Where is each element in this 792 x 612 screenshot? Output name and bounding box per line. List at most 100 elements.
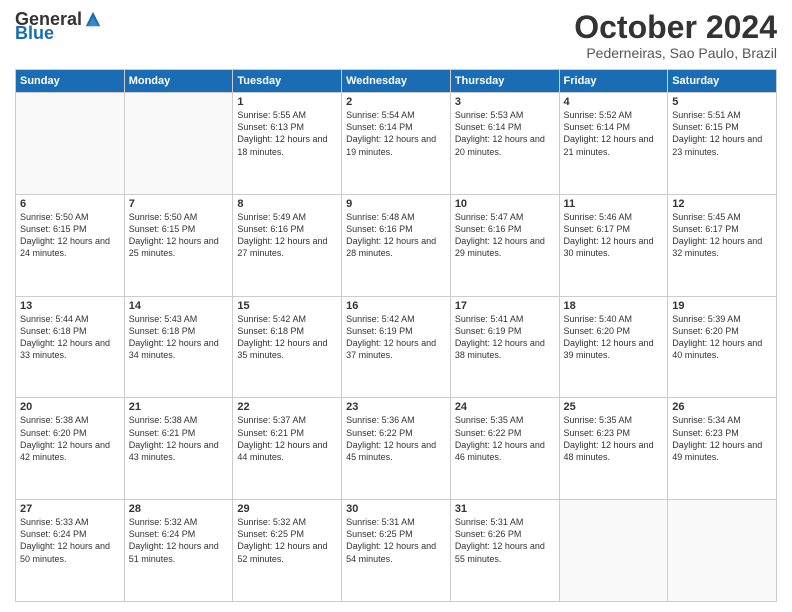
calendar-cell: 20Sunrise: 5:38 AMSunset: 6:20 PMDayligh… [16, 398, 125, 500]
location-title: Pederneiras, Sao Paulo, Brazil [574, 45, 777, 61]
calendar-cell: 12Sunrise: 5:45 AMSunset: 6:17 PMDayligh… [668, 194, 777, 296]
logo: General Blue [15, 10, 102, 42]
day-number: 9 [346, 198, 446, 210]
calendar-header-saturday: Saturday [668, 70, 777, 93]
calendar-header-thursday: Thursday [450, 70, 559, 93]
day-number: 27 [20, 503, 120, 515]
day-number: 28 [129, 503, 229, 515]
day-info: Sunrise: 5:34 AMSunset: 6:23 PMDaylight:… [672, 414, 772, 463]
calendar-header-tuesday: Tuesday [233, 70, 342, 93]
day-info: Sunrise: 5:42 AMSunset: 6:18 PMDaylight:… [237, 313, 337, 362]
calendar-cell: 21Sunrise: 5:38 AMSunset: 6:21 PMDayligh… [124, 398, 233, 500]
calendar-week-3: 13Sunrise: 5:44 AMSunset: 6:18 PMDayligh… [16, 296, 777, 398]
calendar-cell: 26Sunrise: 5:34 AMSunset: 6:23 PMDayligh… [668, 398, 777, 500]
calendar-cell: 22Sunrise: 5:37 AMSunset: 6:21 PMDayligh… [233, 398, 342, 500]
page: General Blue October 2024 Pederneiras, S… [0, 0, 792, 612]
calendar-cell: 8Sunrise: 5:49 AMSunset: 6:16 PMDaylight… [233, 194, 342, 296]
calendar-week-5: 27Sunrise: 5:33 AMSunset: 6:24 PMDayligh… [16, 500, 777, 602]
day-number: 29 [237, 503, 337, 515]
day-info: Sunrise: 5:51 AMSunset: 6:15 PMDaylight:… [672, 109, 772, 158]
calendar-week-1: 1Sunrise: 5:55 AMSunset: 6:13 PMDaylight… [16, 93, 777, 195]
calendar-cell: 18Sunrise: 5:40 AMSunset: 6:20 PMDayligh… [559, 296, 668, 398]
day-info: Sunrise: 5:50 AMSunset: 6:15 PMDaylight:… [20, 211, 120, 260]
calendar-cell [668, 500, 777, 602]
calendar-cell: 11Sunrise: 5:46 AMSunset: 6:17 PMDayligh… [559, 194, 668, 296]
day-number: 2 [346, 96, 446, 108]
logo-icon [84, 10, 102, 28]
day-number: 17 [455, 300, 555, 312]
day-info: Sunrise: 5:35 AMSunset: 6:22 PMDaylight:… [455, 414, 555, 463]
calendar-cell: 27Sunrise: 5:33 AMSunset: 6:24 PMDayligh… [16, 500, 125, 602]
calendar-cell: 28Sunrise: 5:32 AMSunset: 6:24 PMDayligh… [124, 500, 233, 602]
day-info: Sunrise: 5:45 AMSunset: 6:17 PMDaylight:… [672, 211, 772, 260]
day-number: 12 [672, 198, 772, 210]
calendar-cell: 19Sunrise: 5:39 AMSunset: 6:20 PMDayligh… [668, 296, 777, 398]
day-number: 31 [455, 503, 555, 515]
day-info: Sunrise: 5:33 AMSunset: 6:24 PMDaylight:… [20, 516, 120, 565]
day-info: Sunrise: 5:43 AMSunset: 6:18 PMDaylight:… [129, 313, 229, 362]
calendar-cell: 31Sunrise: 5:31 AMSunset: 6:26 PMDayligh… [450, 500, 559, 602]
calendar: SundayMondayTuesdayWednesdayThursdayFrid… [15, 69, 777, 602]
day-number: 20 [20, 401, 120, 413]
day-number: 16 [346, 300, 446, 312]
day-number: 14 [129, 300, 229, 312]
day-number: 15 [237, 300, 337, 312]
title-block: October 2024 Pederneiras, Sao Paulo, Bra… [574, 10, 777, 61]
day-info: Sunrise: 5:31 AMSunset: 6:25 PMDaylight:… [346, 516, 446, 565]
calendar-header-friday: Friday [559, 70, 668, 93]
calendar-cell: 23Sunrise: 5:36 AMSunset: 6:22 PMDayligh… [342, 398, 451, 500]
day-info: Sunrise: 5:35 AMSunset: 6:23 PMDaylight:… [564, 414, 664, 463]
calendar-cell: 4Sunrise: 5:52 AMSunset: 6:14 PMDaylight… [559, 93, 668, 195]
day-number: 24 [455, 401, 555, 413]
calendar-cell: 30Sunrise: 5:31 AMSunset: 6:25 PMDayligh… [342, 500, 451, 602]
day-info: Sunrise: 5:53 AMSunset: 6:14 PMDaylight:… [455, 109, 555, 158]
day-info: Sunrise: 5:36 AMSunset: 6:22 PMDaylight:… [346, 414, 446, 463]
day-info: Sunrise: 5:31 AMSunset: 6:26 PMDaylight:… [455, 516, 555, 565]
day-number: 11 [564, 198, 664, 210]
calendar-cell: 3Sunrise: 5:53 AMSunset: 6:14 PMDaylight… [450, 93, 559, 195]
calendar-cell: 15Sunrise: 5:42 AMSunset: 6:18 PMDayligh… [233, 296, 342, 398]
day-info: Sunrise: 5:38 AMSunset: 6:20 PMDaylight:… [20, 414, 120, 463]
calendar-week-2: 6Sunrise: 5:50 AMSunset: 6:15 PMDaylight… [16, 194, 777, 296]
calendar-cell [16, 93, 125, 195]
day-info: Sunrise: 5:44 AMSunset: 6:18 PMDaylight:… [20, 313, 120, 362]
day-info: Sunrise: 5:38 AMSunset: 6:21 PMDaylight:… [129, 414, 229, 463]
calendar-cell: 24Sunrise: 5:35 AMSunset: 6:22 PMDayligh… [450, 398, 559, 500]
calendar-week-4: 20Sunrise: 5:38 AMSunset: 6:20 PMDayligh… [16, 398, 777, 500]
day-number: 10 [455, 198, 555, 210]
calendar-cell: 29Sunrise: 5:32 AMSunset: 6:25 PMDayligh… [233, 500, 342, 602]
day-number: 22 [237, 401, 337, 413]
day-number: 25 [564, 401, 664, 413]
day-info: Sunrise: 5:39 AMSunset: 6:20 PMDaylight:… [672, 313, 772, 362]
logo-blue: Blue [15, 24, 54, 42]
day-info: Sunrise: 5:40 AMSunset: 6:20 PMDaylight:… [564, 313, 664, 362]
day-info: Sunrise: 5:32 AMSunset: 6:25 PMDaylight:… [237, 516, 337, 565]
calendar-cell: 14Sunrise: 5:43 AMSunset: 6:18 PMDayligh… [124, 296, 233, 398]
day-number: 18 [564, 300, 664, 312]
day-info: Sunrise: 5:47 AMSunset: 6:16 PMDaylight:… [455, 211, 555, 260]
calendar-header-monday: Monday [124, 70, 233, 93]
day-info: Sunrise: 5:32 AMSunset: 6:24 PMDaylight:… [129, 516, 229, 565]
day-number: 8 [237, 198, 337, 210]
day-info: Sunrise: 5:52 AMSunset: 6:14 PMDaylight:… [564, 109, 664, 158]
day-info: Sunrise: 5:46 AMSunset: 6:17 PMDaylight:… [564, 211, 664, 260]
day-info: Sunrise: 5:42 AMSunset: 6:19 PMDaylight:… [346, 313, 446, 362]
day-number: 26 [672, 401, 772, 413]
calendar-cell: 9Sunrise: 5:48 AMSunset: 6:16 PMDaylight… [342, 194, 451, 296]
day-info: Sunrise: 5:50 AMSunset: 6:15 PMDaylight:… [129, 211, 229, 260]
header: General Blue October 2024 Pederneiras, S… [15, 10, 777, 61]
calendar-cell: 5Sunrise: 5:51 AMSunset: 6:15 PMDaylight… [668, 93, 777, 195]
calendar-cell [559, 500, 668, 602]
calendar-cell: 13Sunrise: 5:44 AMSunset: 6:18 PMDayligh… [16, 296, 125, 398]
day-number: 21 [129, 401, 229, 413]
day-number: 19 [672, 300, 772, 312]
calendar-cell: 2Sunrise: 5:54 AMSunset: 6:14 PMDaylight… [342, 93, 451, 195]
calendar-header-row: SundayMondayTuesdayWednesdayThursdayFrid… [16, 70, 777, 93]
calendar-cell: 1Sunrise: 5:55 AMSunset: 6:13 PMDaylight… [233, 93, 342, 195]
calendar-cell: 6Sunrise: 5:50 AMSunset: 6:15 PMDaylight… [16, 194, 125, 296]
day-number: 1 [237, 96, 337, 108]
calendar-cell: 25Sunrise: 5:35 AMSunset: 6:23 PMDayligh… [559, 398, 668, 500]
day-info: Sunrise: 5:37 AMSunset: 6:21 PMDaylight:… [237, 414, 337, 463]
calendar-cell: 7Sunrise: 5:50 AMSunset: 6:15 PMDaylight… [124, 194, 233, 296]
day-info: Sunrise: 5:55 AMSunset: 6:13 PMDaylight:… [237, 109, 337, 158]
